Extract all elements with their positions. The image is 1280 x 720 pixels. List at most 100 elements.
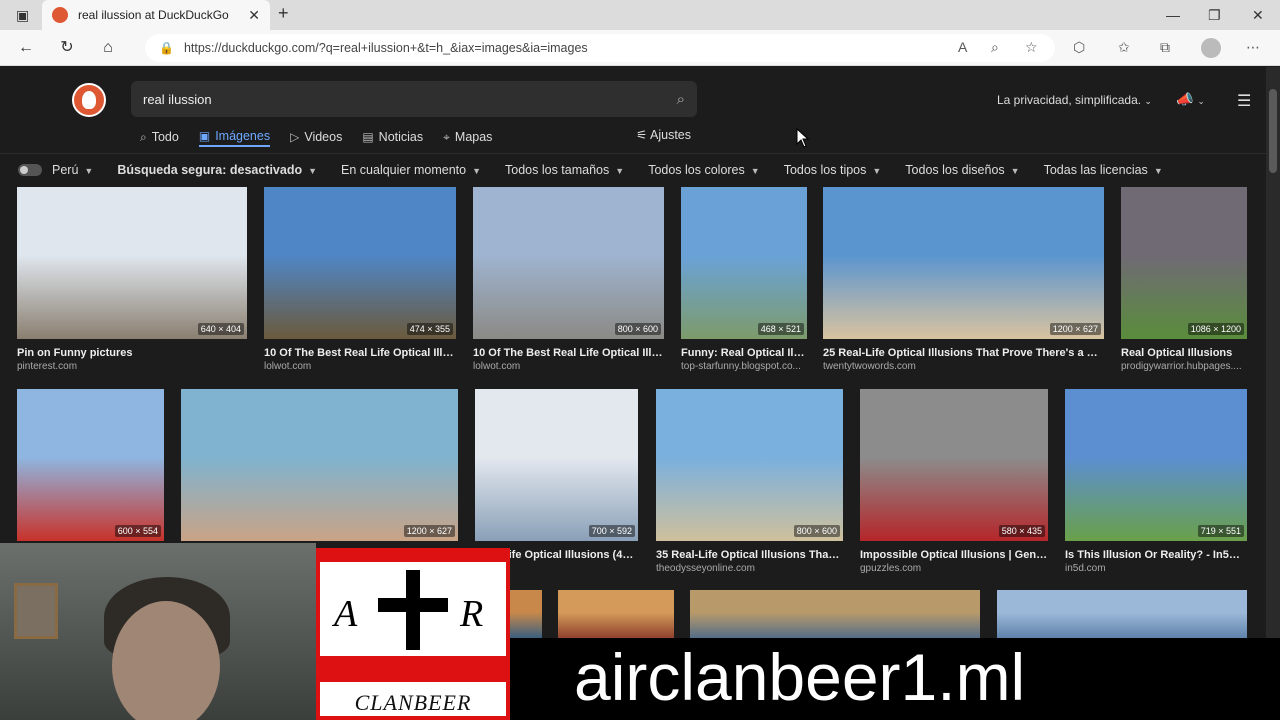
- tab-noticias[interactable]: ▤ Noticias: [362, 127, 423, 147]
- minimize-icon[interactable]: —: [1166, 6, 1180, 24]
- result-title[interactable]: Funny: Real Optical Illu...: [681, 347, 807, 359]
- chevron-down-icon: ⌄: [1144, 96, 1152, 106]
- caret-down-icon: ▼: [308, 165, 318, 176]
- result-thumbnail[interactable]: [1121, 187, 1247, 339]
- filter-size[interactable]: Todos los tamaños ▼: [505, 163, 624, 177]
- search-icon: ⌕: [140, 129, 147, 144]
- scrollbar-thumb[interactable]: [1269, 89, 1277, 173]
- image-result[interactable]: 474 × 355 10 Of The Best Real Life Optica…: [264, 187, 456, 379]
- tab-label: Noticias: [378, 130, 424, 144]
- read-aloud-icon[interactable]: A: [958, 39, 967, 55]
- image-result[interactable]: 800 × 600 35 Real-Life Optical Illusions …: [656, 389, 843, 581]
- wall-picture: [14, 583, 58, 639]
- result-title[interactable]: 25 Real-Life Optical Illusions That Prov…: [823, 347, 1104, 359]
- result-title[interactable]: Impossible Optical Illusions | Genius...: [860, 549, 1048, 561]
- caret-down-icon: ▼: [872, 165, 882, 176]
- image-dimensions: 1200 × 627: [403, 525, 455, 537]
- filter-type[interactable]: Todos los tipos ▼: [784, 163, 882, 177]
- tab-mapas[interactable]: ⌖ Mapas: [443, 127, 492, 147]
- filter-region[interactable]: Perú ▼: [52, 163, 93, 177]
- zoom-icon[interactable]: ⌕: [991, 39, 999, 56]
- filter-time[interactable]: En cualquier momento ▼: [341, 163, 481, 177]
- result-title[interactable]: Pin on Funny pictures: [17, 347, 247, 359]
- browser-tab[interactable]: real ilussion at DuckDuckGo ✕: [42, 0, 270, 30]
- result-source[interactable]: gpuzzles.com: [860, 563, 1048, 574]
- filter-safe-search[interactable]: Búsqueda segura: desactivado ▼: [117, 163, 317, 177]
- result-thumbnail[interactable]: [681, 187, 807, 339]
- result-source[interactable]: pinterest.com: [17, 361, 247, 372]
- restore-icon[interactable]: ❐: [1208, 6, 1221, 24]
- duckduckgo-favicon-icon: [52, 7, 68, 23]
- image-result[interactable]: 1200 × 627 25 Real-Life Optical Illusions…: [823, 187, 1104, 379]
- result-title[interactable]: 35 Real-Life Optical Illusions That W...: [656, 549, 843, 561]
- result-title[interactable]: 10 Of The Best Real Life Optical Illusi.…: [473, 347, 664, 359]
- settings-button[interactable]: ⚟ Ajustes: [636, 127, 691, 142]
- tab-imagenes[interactable]: ▣ Imágenes: [198, 129, 271, 147]
- menu-icon[interactable]: ☰: [1237, 91, 1251, 111]
- home-icon[interactable]: ⌂: [98, 38, 118, 58]
- result-thumbnail[interactable]: [558, 590, 674, 640]
- result-title[interactable]: 10 Of The Best Real Life Optical Illusi.…: [264, 347, 456, 359]
- search-input[interactable]: [143, 91, 677, 107]
- privacy-menu[interactable]: La privacidad, simplificada. ⌄: [997, 93, 1152, 107]
- result-source[interactable]: lolwot.com: [473, 361, 664, 372]
- favorite-add-icon[interactable]: ☆: [1025, 39, 1038, 56]
- image-result[interactable]: 468 × 521 Funny: Real Optical Illu... top-…: [681, 187, 807, 379]
- tab-actions-icon[interactable]: ▣: [16, 6, 29, 24]
- result-source[interactable]: lolwot.com: [264, 361, 456, 372]
- result-thumbnail[interactable]: [264, 187, 456, 339]
- logo-letter-a: A: [334, 593, 358, 635]
- image-result[interactable]: 1086 × 1200 Real Optical Illusions prodigy…: [1121, 187, 1247, 379]
- extensions-icon[interactable]: ⬡: [1073, 39, 1085, 56]
- tab-videos[interactable]: ▷ Videos: [290, 127, 342, 147]
- tab-label: Videos: [304, 130, 343, 144]
- result-source[interactable]: prodigywarrior.hubpages....: [1121, 361, 1247, 372]
- image-dimensions: 600 × 554: [114, 525, 161, 537]
- favorites-icon[interactable]: ✩: [1118, 39, 1130, 56]
- result-source[interactable]: in5d.com: [1065, 563, 1247, 574]
- result-thumbnail[interactable]: [860, 389, 1048, 541]
- filter-layout[interactable]: Todos los diseños ▼: [905, 163, 1019, 177]
- filter-color[interactable]: Todos los colores ▼: [648, 163, 760, 177]
- result-thumbnail[interactable]: [823, 187, 1104, 339]
- result-source[interactable]: top-starfunny.blogspot.co...: [681, 361, 807, 372]
- result-thumbnail[interactable]: [997, 590, 1247, 640]
- filter-license[interactable]: Todas las licencias ▼: [1044, 163, 1163, 177]
- result-thumbnail[interactable]: [690, 590, 980, 640]
- close-tab-icon[interactable]: ✕: [248, 7, 260, 24]
- result-thumbnail[interactable]: [17, 389, 164, 541]
- result-source[interactable]: theodysseyonline.com: [656, 563, 843, 574]
- collections-icon[interactable]: ⧉: [1160, 39, 1170, 56]
- page-scrollbar[interactable]: [1266, 67, 1280, 720]
- back-icon[interactable]: ←: [16, 38, 36, 58]
- search-box[interactable]: ⌕: [131, 81, 697, 117]
- profile-avatar[interactable]: [1201, 38, 1221, 58]
- result-thumbnail[interactable]: [1065, 389, 1247, 541]
- url-field[interactable]: 🔒 https://duckduckgo.com/?q=real+ilussio…: [145, 34, 1055, 62]
- image-result[interactable]: 800 × 600 10 Of The Best Real Life Optica…: [473, 187, 664, 379]
- close-window-icon[interactable]: ✕: [1252, 6, 1264, 24]
- megaphone-icon[interactable]: 📣 ⌄: [1176, 91, 1205, 108]
- refresh-icon[interactable]: ↻: [57, 38, 77, 58]
- duckduckgo-logo[interactable]: [72, 83, 106, 117]
- more-options-icon[interactable]: ⋯: [1246, 39, 1260, 56]
- result-title[interactable]: Real Optical Illusions: [1121, 347, 1247, 359]
- image-dimensions: 800 × 600: [793, 525, 840, 537]
- result-title[interactable]: Is This Illusion Or Reality? - In5D Es..…: [1065, 549, 1247, 561]
- new-tab-icon[interactable]: +: [278, 4, 289, 22]
- result-thumbnail[interactable]: [510, 590, 542, 640]
- image-result[interactable]: 580 × 435 Impossible Optical Illusions | …: [860, 389, 1048, 581]
- result-thumbnail[interactable]: [181, 389, 458, 541]
- result-thumbnail[interactable]: [473, 187, 664, 339]
- tab-todo[interactable]: ⌕ Todo: [140, 127, 179, 147]
- result-thumbnail[interactable]: [17, 187, 247, 339]
- result-source[interactable]: twentytwowords.com: [823, 361, 1104, 372]
- lock-icon: 🔒: [159, 41, 174, 55]
- image-result[interactable]: 640 × 404 Pin on Funny pictures pinterest.…: [17, 187, 247, 379]
- region-toggle[interactable]: [18, 163, 42, 176]
- result-thumbnail[interactable]: [475, 389, 638, 541]
- result-thumbnail[interactable]: [656, 389, 843, 541]
- search-icon[interactable]: ⌕: [677, 91, 685, 108]
- image-dimensions: 1200 × 627: [1049, 323, 1101, 335]
- image-result[interactable]: 719 × 551 Is This Illusion Or Reality? - …: [1065, 389, 1247, 581]
